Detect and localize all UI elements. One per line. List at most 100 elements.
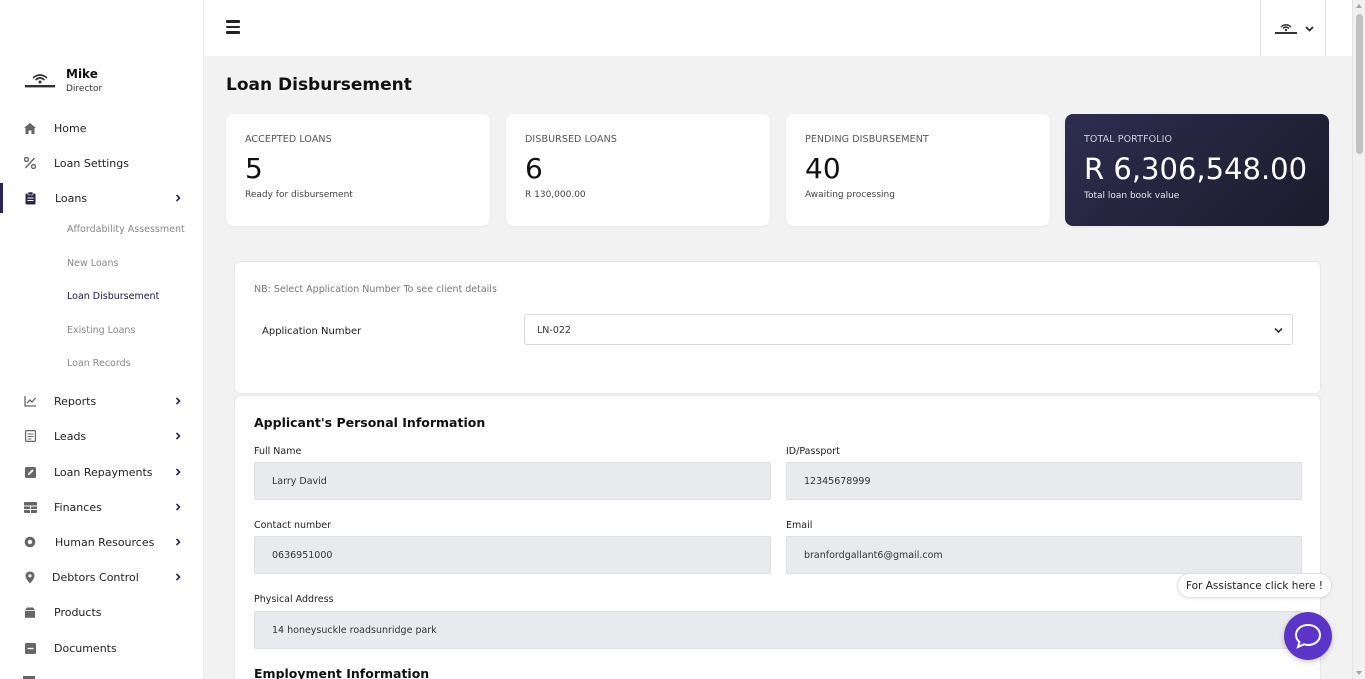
sidebar-item-label: Documents [54, 641, 117, 655]
chevron-right-icon [175, 432, 181, 440]
circle-icon [23, 535, 37, 549]
chevron-down-icon [1304, 25, 1314, 32]
sidebar-item-debtors-control[interactable]: Debtors Control [0, 562, 204, 592]
full-name-label: Full Name [254, 446, 302, 457]
application-selector-panel: NB: Select Application Number To see cli… [234, 261, 1321, 394]
sidebar-subitem-new-loans[interactable]: New Loans [67, 258, 118, 269]
stat-value: R 6,306,548.00 [1084, 152, 1308, 186]
sidebar-item-leads[interactable]: Leads [0, 421, 204, 451]
sidebar-item-finances[interactable]: Finances [0, 492, 204, 522]
physical-address-label: Physical Address [254, 594, 334, 605]
sidebar: Mike Director Home Loan Settings Loans A… [0, 0, 204, 679]
sidebar-item-label: Leads [54, 429, 87, 443]
sidebar-item-label: Reports [54, 394, 97, 408]
sidebar-subitem-loan-disbursement[interactable]: Loan Disbursement [67, 291, 159, 302]
id-passport-label: ID/Passport [786, 446, 840, 457]
contact-number-label: Contact number [254, 520, 332, 531]
sidebar-item-human-resources[interactable]: Human Resources [0, 527, 204, 557]
full-name-field[interactable]: Larry David [254, 462, 771, 500]
contact-number-value: 0636951000 [272, 550, 333, 561]
stat-card-total-portfolio: TOTAL PORTFOLIO R 6,306,548.00 Total loa… [1065, 114, 1329, 226]
selected-value: LN-022 [537, 325, 571, 336]
stat-card-pending-disbursement: PENDING DISBURSEMENT 40 Awaiting process… [786, 114, 1050, 226]
stat-value: 40 [805, 152, 841, 185]
chart-line-icon [23, 394, 37, 408]
sidebar-item-home[interactable]: Home [0, 113, 204, 143]
selector-note: NB: Select Application Number To see cli… [254, 284, 497, 295]
email-field[interactable]: branfordgallant6@gmail.com [786, 536, 1302, 574]
sidebar-subitem-loan-records[interactable]: Loan Records [67, 358, 131, 369]
sidebar-item-products[interactable]: Products [0, 597, 204, 627]
sidebar-item-loan-repayments[interactable]: Loan Repayments [0, 457, 204, 487]
edit-icon [23, 465, 37, 479]
page-title: Loan Disbursement [226, 75, 412, 95]
personal-info-panel: Applicant's Personal Information Full Na… [234, 395, 1321, 679]
stat-label: DISBURSED LOANS [525, 134, 617, 145]
chevron-right-icon [175, 573, 181, 581]
application-number-label: Application Number [262, 326, 362, 337]
stat-subtext: R 130,000.00 [525, 190, 586, 200]
stat-label: ACCEPTED LOANS [245, 134, 332, 145]
stat-card-accepted-loans: ACCEPTED LOANS 5 Ready for disbursement [226, 114, 490, 226]
stat-value: 5 [245, 152, 263, 185]
scroll-up-icon[interactable] [1356, 4, 1362, 8]
page-scrollbar[interactable] [1352, 0, 1365, 679]
sidebar-item-loans[interactable]: Loans [0, 183, 204, 213]
id-passport-value: 12345678999 [804, 476, 871, 487]
top-bar [204, 0, 1352, 56]
table-icon [23, 500, 37, 514]
user-menu-button[interactable] [1260, 0, 1326, 56]
minus-square-icon [23, 641, 37, 655]
sidebar-item-label: Human Resources [55, 535, 155, 549]
user-profile[interactable]: Mike Director [22, 66, 102, 94]
scroll-down-icon[interactable] [1356, 671, 1362, 675]
sidebar-item-documents[interactable]: Documents [0, 633, 204, 663]
physical-address-value: 14 honeysuckle roadsunridge park [272, 625, 437, 636]
home-icon [23, 121, 37, 135]
physical-address-field[interactable]: 14 honeysuckle roadsunridge park [254, 611, 1302, 649]
chat-button[interactable] [1284, 612, 1332, 660]
sidebar-subitem-existing-loans[interactable]: Existing Loans [67, 325, 135, 336]
sidebar-item-loan-settings[interactable]: Loan Settings [0, 148, 204, 178]
company-logo [22, 66, 58, 94]
chevron-down-icon [1274, 327, 1283, 334]
stat-card-disbursed-loans: DISBURSED LOANS 6 R 130,000.00 [506, 114, 770, 226]
sidebar-item-label: Products [54, 605, 102, 619]
assistance-link[interactable]: For Assistance click here ! [1177, 573, 1332, 598]
stat-subtext: Ready for disbursement [245, 190, 353, 200]
full-name-value: Larry David [272, 476, 327, 487]
box-icon [23, 605, 37, 619]
chevron-right-icon [175, 468, 181, 476]
sidebar-item-label: Home [54, 121, 87, 135]
menu-toggle-icon[interactable] [226, 20, 240, 34]
application-number-select[interactable]: LN-022 [524, 314, 1293, 345]
email-label: Email [786, 520, 813, 531]
scroll-thumb[interactable] [1356, 14, 1363, 154]
company-logo-icon [1274, 24, 1297, 34]
clipboard-icon [23, 191, 37, 205]
employment-section-title: Employment Information [254, 666, 430, 679]
email-value: branfordgallant6@gmail.com [804, 550, 943, 561]
stat-value: 6 [525, 152, 543, 185]
chevron-right-icon [175, 194, 181, 202]
map-pin-icon [23, 570, 37, 584]
chevron-right-icon [175, 503, 181, 511]
id-passport-field[interactable]: 12345678999 [786, 462, 1302, 500]
sidebar-item-label: Loans [55, 191, 88, 205]
sidebar-item-reports[interactable]: Reports [0, 386, 204, 416]
document-icon [23, 429, 37, 443]
stat-subtext: Awaiting processing [805, 190, 895, 200]
sidebar-item-label: Loan Repayments [54, 465, 153, 479]
stat-label: TOTAL PORTFOLIO [1084, 134, 1173, 145]
sidebar-subitem-affordability-assessment[interactable]: Affordability Assessment [67, 224, 185, 235]
section-title: Applicant's Personal Information [254, 415, 486, 430]
sidebar-item-label: Debtors Control [52, 570, 139, 584]
sidebar-item-label: Loan Settings [54, 156, 129, 170]
user-name: Mike [66, 66, 98, 81]
percent-icon [23, 156, 37, 170]
contact-number-field[interactable]: 0636951000 [254, 536, 771, 574]
user-role: Director [66, 83, 103, 94]
chevron-right-icon [175, 538, 181, 546]
stat-subtext: Total loan book value [1084, 191, 1180, 201]
chat-bubble-icon [1294, 623, 1322, 649]
